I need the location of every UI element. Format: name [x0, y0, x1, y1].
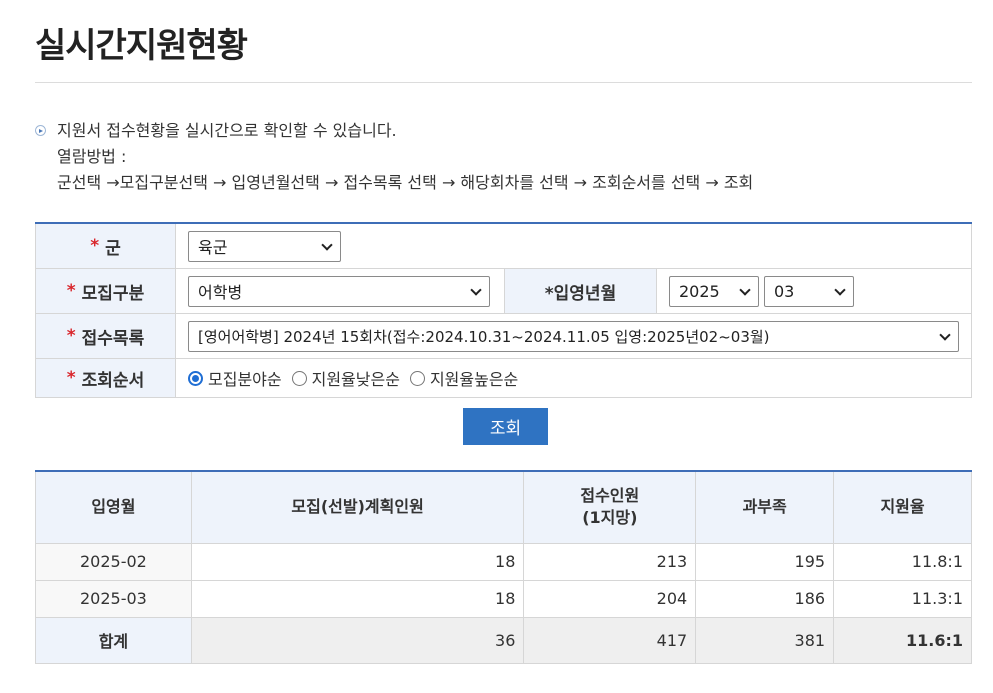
order-radio-low-rate-label: 지원율낮은순	[311, 370, 400, 389]
header-month: 입영월	[35, 470, 192, 544]
total-label: 합계	[35, 616, 192, 664]
required-mark: *	[66, 326, 76, 346]
row-plan: 18	[190, 579, 525, 618]
order-radio-field[interactable]: 모집분야순	[188, 366, 282, 390]
list-select-value: [영어어학병] 2024년 15회차(접수:2024.10.31~2024.11…	[198, 327, 770, 346]
header-rate: 지원율	[833, 470, 972, 544]
notice-line-2: 열람방법 :	[57, 147, 127, 166]
chevron-down-icon	[321, 238, 333, 251]
total-surplus: 381	[695, 616, 835, 664]
category-row: * 모집구분 어학병 *입영년월 2025 03	[35, 269, 972, 314]
row-month: 2025-03	[35, 579, 192, 618]
category-select[interactable]: 어학병	[188, 275, 490, 307]
page-title: 실시간지원현황	[35, 26, 248, 66]
row-rate: 11.3:1	[833, 579, 972, 618]
enlist-month-select[interactable]: 03	[764, 275, 854, 307]
row-applicants: 213	[523, 542, 697, 581]
total-applicants: 417	[523, 616, 697, 664]
order-label-text: 조회순서	[81, 370, 145, 391]
table-row: 2025-03 18 204 186 11.3:1	[35, 579, 972, 618]
chevron-down-icon	[739, 283, 751, 296]
order-radio-group: 모집분야순 지원율낮은순 지원율높은순	[188, 366, 528, 390]
category-select-value: 어학병	[198, 283, 243, 302]
chevron-down-icon	[470, 283, 482, 296]
army-select-value: 육군	[198, 238, 228, 257]
search-button[interactable]: 조회	[463, 408, 548, 445]
enlist-label-text: *입영년월	[544, 283, 617, 304]
notice-line-3: 군선택 →모집구분선택 → 입영년월선택 → 접수목록 선택 → 해당회차를 선…	[57, 173, 754, 192]
row-surplus: 186	[695, 579, 835, 618]
list-row: * 접수목록 [영어어학병] 2024년 15회차(접수:2024.10.31~…	[35, 314, 972, 359]
table-total-row: 합계 36 417 381 11.6:1	[35, 616, 972, 664]
army-select[interactable]: 육군	[188, 230, 341, 262]
category-label-text: 모집구분	[81, 283, 145, 304]
order-label: * 조회순서	[36, 359, 176, 397]
army-label-text: 군	[105, 238, 121, 259]
radio-unchecked-icon	[409, 370, 425, 386]
total-plan: 36	[190, 616, 525, 664]
enlist-year-value: 2025	[679, 281, 720, 301]
title-divider	[35, 82, 972, 83]
order-radio-high-rate-label: 지원율높은순	[429, 370, 519, 389]
row-month: 2025-02	[35, 542, 192, 581]
table-row: 2025-02 18 213 195 11.8:1	[35, 542, 972, 581]
list-select[interactable]: [영어어학병] 2024년 15회차(접수:2024.10.31~2024.11…	[188, 320, 959, 352]
bullet-icon	[35, 125, 46, 136]
order-radio-field-label: 모집분야순	[208, 370, 282, 389]
army-label: * 군	[36, 224, 176, 268]
required-mark: *	[66, 368, 76, 388]
list-label-text: 접수목록	[81, 328, 145, 349]
order-radio-high-rate[interactable]: 지원율높은순	[409, 366, 519, 390]
table-header-row: 입영월 모집(선발)계획인원 접수인원 (1지망) 과부족 지원율	[35, 470, 972, 544]
notice-line-1: 지원서 접수현황을 실시간으로 확인할 수 있습니다.	[57, 121, 397, 140]
row-applicants: 204	[523, 579, 697, 618]
total-rate: 11.6:1	[833, 616, 972, 664]
enlist-month-value: 03	[774, 281, 795, 301]
header-plan: 모집(선발)계획인원	[190, 470, 525, 544]
notice: 지원서 접수현황을 실시간으로 확인할 수 있습니다. 열람방법 : 군선택 →…	[35, 118, 753, 196]
required-mark: *	[90, 236, 100, 256]
order-row: * 조회순서 모집분야순 지원율낮은순 지원율높은순	[35, 359, 972, 398]
row-surplus: 195	[695, 542, 835, 581]
radio-checked-icon	[188, 370, 203, 386]
required-mark: *	[66, 281, 76, 301]
list-label: * 접수목록	[36, 314, 176, 358]
search-form: * 군 육군 * 모집구분 어학병 *입영년월 2025 03 * 접수목록 […	[35, 222, 972, 398]
header-surplus: 과부족	[695, 470, 835, 544]
chevron-down-icon	[834, 283, 846, 296]
enlist-year-select[interactable]: 2025	[669, 275, 759, 307]
chevron-down-icon	[939, 328, 951, 341]
header-applicants: 접수인원 (1지망)	[523, 470, 697, 544]
order-radio-low-rate[interactable]: 지원율낮은순	[291, 366, 400, 390]
header-applicants-line2: (1지망)	[582, 508, 638, 528]
radio-unchecked-icon	[291, 370, 307, 386]
army-row: * 군 육군	[35, 224, 972, 269]
enlist-label: *입영년월	[504, 269, 657, 313]
category-label: * 모집구분	[36, 269, 176, 313]
results-table: 입영월 모집(선발)계획인원 접수인원 (1지망) 과부족 지원율 2025-0…	[35, 470, 972, 664]
row-plan: 18	[190, 542, 525, 581]
row-rate: 11.8:1	[833, 542, 972, 581]
header-applicants-line1: 접수인원	[580, 486, 640, 506]
